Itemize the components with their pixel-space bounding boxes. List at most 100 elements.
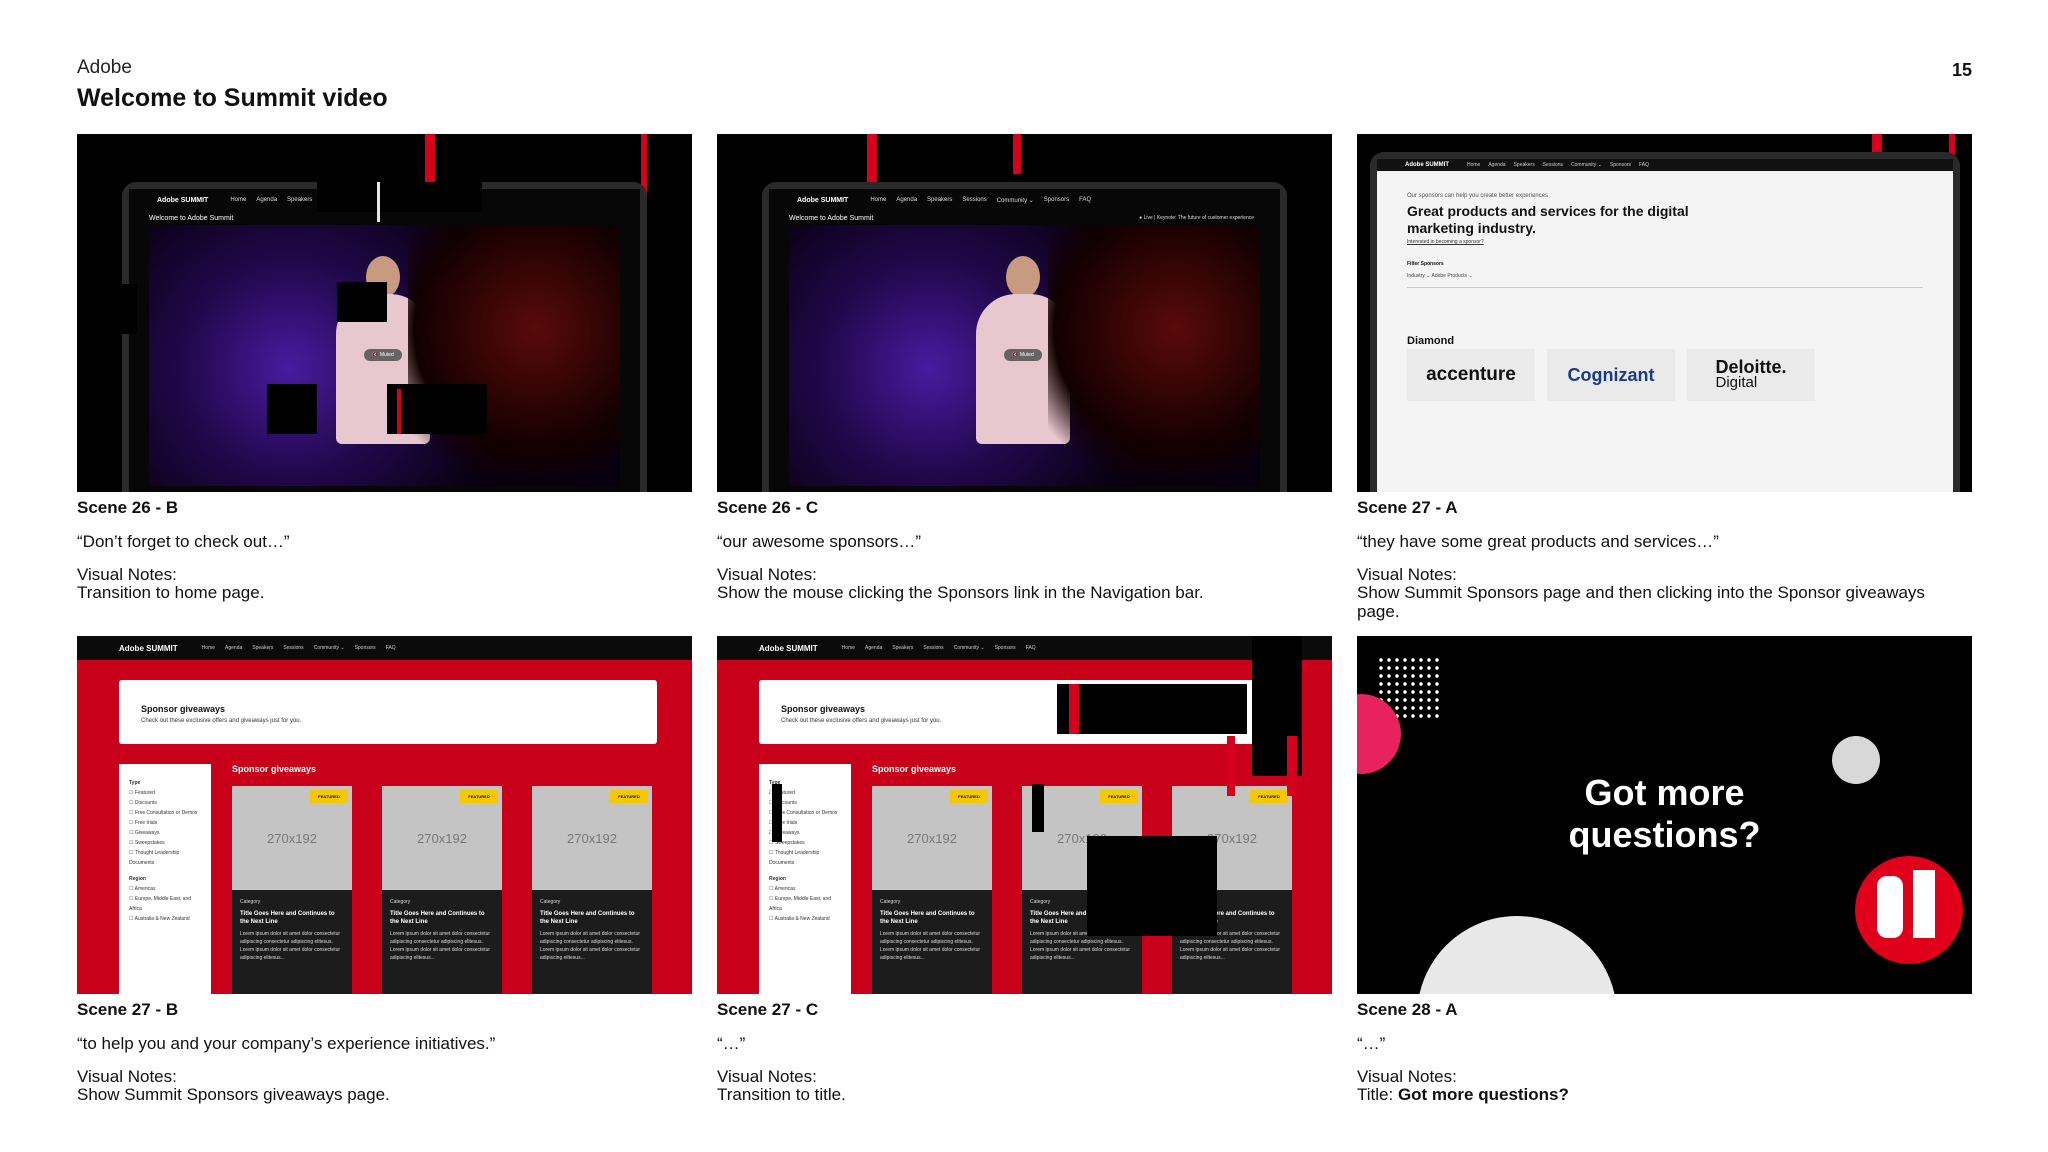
- nav-faq[interactable]: FAQ: [1639, 162, 1649, 168]
- scene-label: Scene 26 - C: [717, 498, 819, 517]
- scene-label: Scene 27 - A: [1357, 498, 1458, 517]
- nav-sessions[interactable]: Sessions: [962, 197, 986, 203]
- filter-option[interactable]: ☐ Sweepstakes: [129, 838, 201, 848]
- scene-frame: Adobe SUMMIT Home Agenda Speakers Sessio…: [77, 134, 692, 492]
- title-frame: Got more questions?: [1357, 636, 1972, 994]
- filter-option[interactable]: ☐ Americas: [129, 884, 201, 894]
- giveaway-card[interactable]: 270x192 FEATURED CategoryTitle Goes Here…: [872, 786, 992, 994]
- nav-home[interactable]: Home: [202, 645, 215, 651]
- filter-option[interactable]: ☐ Australia & New Zealand: [129, 914, 201, 924]
- nav-sponsors[interactable]: Sponsors: [1044, 197, 1069, 203]
- filter-type-label: Type: [129, 780, 141, 786]
- nav-home[interactable]: Home: [870, 197, 886, 203]
- muted-badge[interactable]: 🔇 Muted: [364, 349, 403, 361]
- nav-speakers[interactable]: Speakers: [927, 197, 952, 203]
- filter-option[interactable]: ☐ Free Consultation or Demos: [129, 808, 201, 818]
- giveaway-card[interactable]: 270x192 FEATURED CategoryTitle Goes Here…: [382, 786, 502, 994]
- filter-option[interactable]: ☐ Free trials: [129, 818, 201, 828]
- nav-agenda[interactable]: Agenda: [896, 197, 917, 203]
- giveaways-page: Adobe SUMMIT Home Agenda Speakers Sessio…: [77, 636, 692, 994]
- filter-label: Filter Sponsors: [1407, 261, 1444, 267]
- nav-agenda[interactable]: Agenda: [1488, 162, 1505, 168]
- site-nav: Adobe SUMMIT Home Agenda Speakers Sessio…: [769, 189, 1280, 211]
- site-logo[interactable]: Adobe SUMMIT: [1405, 162, 1449, 168]
- scene-card: Adobe SUMMIT Home Agenda Speakers Sessio…: [77, 636, 692, 1104]
- filter-panel[interactable]: Type ☐ Featured ☐ Discounts ☐ Free Consu…: [119, 764, 211, 994]
- nav-sponsors[interactable]: Sponsors: [995, 645, 1016, 651]
- notes-heading: Visual Notes:: [717, 1067, 817, 1086]
- page-number: 15: [1952, 60, 1973, 80]
- sponsor-logo-cognizant[interactable]: Cognizant: [1547, 349, 1675, 401]
- nav-home[interactable]: Home: [230, 197, 246, 203]
- filter-option[interactable]: ☐ Thought Leadership Documents: [129, 848, 201, 868]
- nav-community[interactable]: Community ⌄: [314, 645, 345, 651]
- notes-heading: Visual Notes:: [1357, 1067, 1457, 1086]
- become-sponsor-link[interactable]: Interested in becoming a sponsor?: [1407, 239, 1484, 245]
- scene-quote: “to help you and your company’s experien…: [77, 1034, 496, 1053]
- nav-community[interactable]: Community ⌄: [997, 197, 1034, 204]
- nav-home[interactable]: Home: [1467, 162, 1480, 168]
- scene-label: Scene 27 - C: [717, 1000, 819, 1019]
- filter-option[interactable]: ☐ Americas: [769, 884, 841, 894]
- scene-label: Scene 28 - A: [1357, 1000, 1458, 1019]
- nav-faq[interactable]: FAQ: [386, 645, 396, 651]
- nav-speakers[interactable]: Speakers: [252, 645, 273, 651]
- nav-sessions[interactable]: Sessions: [923, 645, 943, 651]
- giveaway-card[interactable]: 270x192 FEATURED CategoryTitle Goes Here…: [532, 786, 652, 994]
- nav-sessions[interactable]: Sessions: [1543, 162, 1563, 168]
- muted-badge[interactable]: 🔇 Muted: [1004, 349, 1043, 361]
- nav-faq[interactable]: FAQ: [1079, 197, 1091, 203]
- scene-quote: “…”: [717, 1034, 746, 1053]
- giveaway-card[interactable]: 270x192 FEATURED CategoryTitle Goes Here…: [232, 786, 352, 994]
- giveaways-heading: Sponsor giveaways: [141, 704, 226, 714]
- giveaways-heading: Sponsor giveaways: [781, 704, 866, 714]
- site-logo[interactable]: Adobe SUMMIT: [759, 644, 818, 653]
- sponsor-logo-deloitte[interactable]: Deloitte. Digital: [1687, 349, 1815, 401]
- filter-option[interactable]: ☐ Europe, Middle East, and Africa: [769, 894, 841, 914]
- nav-agenda[interactable]: Agenda: [225, 645, 242, 651]
- scene-notes: Show Summit Sponsors giveaways page.: [77, 1085, 390, 1104]
- nav-agenda[interactable]: Agenda: [256, 197, 277, 203]
- laptop-frame: Adobe SUMMIT Home Agenda Speakers Sessio…: [122, 182, 647, 492]
- nav-speakers[interactable]: Speakers: [287, 197, 312, 203]
- scene-card: Got more questions? Scene 28 - A “…” Vis…: [1357, 636, 1972, 1104]
- site-logo[interactable]: Adobe SUMMIT: [119, 644, 178, 653]
- scene-frame: Adobe SUMMIT Home Agenda Speakers Sessio…: [1357, 134, 1972, 492]
- nav-agenda[interactable]: Agenda: [865, 645, 882, 651]
- scene-quote: “our awesome sponsors…”: [717, 532, 922, 551]
- featured-badge: FEATURED: [1100, 790, 1138, 803]
- scene-quote: “…”: [1357, 1034, 1386, 1053]
- nav-faq[interactable]: FAQ: [1026, 645, 1036, 651]
- nav-home[interactable]: Home: [842, 645, 855, 651]
- tier-label: Diamond: [1407, 335, 1455, 347]
- site-logo[interactable]: Adobe SUMMIT: [157, 197, 208, 204]
- filter-dropdowns[interactable]: Industry ⌄ Adobe Products ⌄: [1407, 273, 1473, 279]
- scene-frame: Adobe SUMMIT Home Agenda Speakers Sessio…: [77, 636, 692, 994]
- scene-frame: Got more questions?: [1357, 636, 1972, 994]
- scene-card: Adobe SUMMIT Home Agenda Speakers Sessio…: [1357, 134, 1972, 621]
- featured-badge: FEATURED: [950, 790, 988, 803]
- laptop-frame: Adobe SUMMIT Home Agenda Speakers Sessio…: [1370, 152, 1960, 492]
- nav-community[interactable]: Community ⌄: [954, 645, 985, 651]
- nav-community[interactable]: Community ⌄: [1571, 162, 1602, 168]
- filter-option[interactable]: ☐ Thought Leadership Documents: [769, 848, 841, 868]
- filter-option[interactable]: ☐ Featured: [129, 788, 201, 798]
- giveaways-subheading: Check out these exclusive offers and giv…: [141, 718, 302, 724]
- filter-region-label: Region: [129, 876, 146, 882]
- filter-option[interactable]: ☐ Giveaways: [129, 828, 201, 838]
- filter-option[interactable]: ☐ Discounts: [129, 798, 201, 808]
- scene-notes: Title: Got more questions?: [1357, 1085, 1569, 1104]
- sponsor-logo-accenture[interactable]: accenture: [1407, 349, 1535, 401]
- nav-sessions[interactable]: Sessions: [283, 645, 303, 651]
- giveaways-header: Sponsor giveaways Check out these exclus…: [119, 680, 657, 744]
- featured-badge: FEATURED: [610, 790, 648, 803]
- nav-sponsors[interactable]: Sponsors: [355, 645, 376, 651]
- divider: [1407, 287, 1923, 288]
- site-logo[interactable]: Adobe SUMMIT: [797, 197, 848, 204]
- filter-option[interactable]: ☐ Europe, Middle East, and Africa: [129, 894, 201, 914]
- scene-notes: Show Summit Sponsors page and then click…: [1357, 583, 1925, 621]
- nav-speakers[interactable]: Speakers: [1514, 162, 1535, 168]
- nav-speakers[interactable]: Speakers: [892, 645, 913, 651]
- nav-sponsors[interactable]: Sponsors: [1610, 162, 1631, 168]
- filter-option[interactable]: ☐ Australia & New Zealand: [769, 914, 841, 924]
